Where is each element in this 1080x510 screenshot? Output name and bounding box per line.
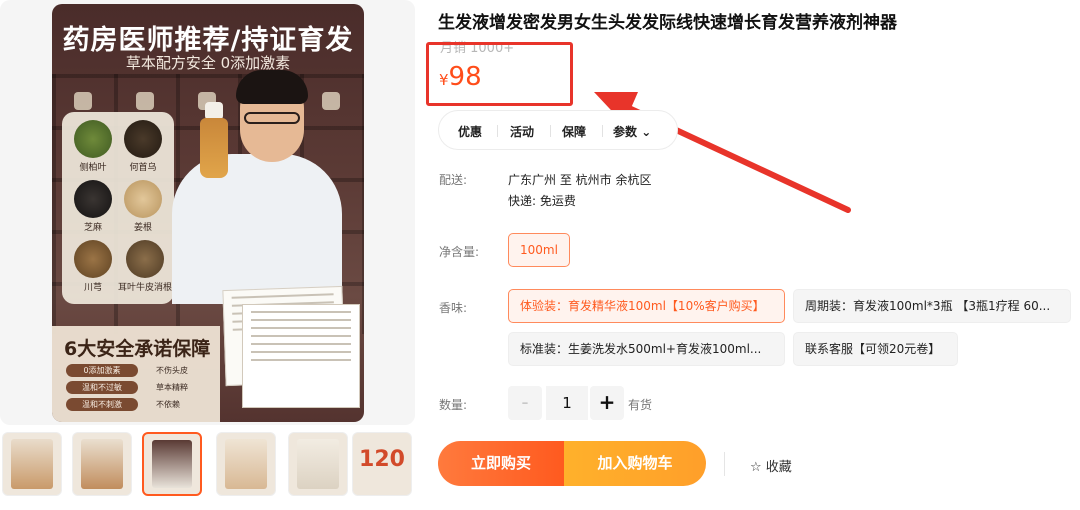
net-content-label: 净含量:: [439, 245, 480, 259]
thumbnail-number: 120: [359, 447, 405, 472]
delivery-label: 配送:: [439, 173, 468, 187]
thumbnail[interactable]: [288, 432, 348, 496]
certificate-document: [242, 304, 360, 408]
thumbnail[interactable]: [216, 432, 276, 496]
doctor-hair: [236, 70, 308, 104]
price-highlight-annotation: [426, 42, 573, 106]
add-to-cart-button[interactable]: 加入购物车: [564, 441, 706, 486]
stock-status: 有货: [628, 398, 653, 412]
thumbnail[interactable]: [2, 432, 62, 496]
thumbnail[interactable]: 120: [352, 432, 412, 496]
thumbnail-active[interactable]: [142, 432, 202, 496]
tab-activity[interactable]: 活动: [510, 123, 534, 140]
promise-text: 草本精粹: [156, 383, 188, 392]
drawer-knob: [136, 92, 154, 110]
option-standard-pack[interactable]: 标准装：生姜洗发水500ml+育发液100ml...: [508, 332, 785, 366]
main-product-image[interactable]: 药房医师推荐/持证育发 草本配方安全 0添加激素 侧柏叶 何首乌 芝麻 姜根 川…: [52, 4, 364, 422]
herb-item: 芝麻: [70, 180, 116, 233]
promise-pill: 温和不过敏: [66, 381, 138, 394]
product-title: 生发液增发密发男女生头发发际线快速增长育发营养液剂神器: [438, 13, 897, 33]
herb-item: 姜根: [120, 180, 166, 233]
favorite-button[interactable]: ☆ 收藏: [750, 456, 792, 475]
herb-item: 何首乌: [120, 120, 166, 173]
serum-bottle: [200, 118, 228, 178]
info-tabs: 优惠 活动 保障 参数 ⌄: [438, 110, 678, 150]
option-cycle-pack[interactable]: 周期装：育发液100ml*3瓶 【3瓶1疗程 60...: [793, 289, 1071, 323]
promise-title: 6大安全承诺保障: [64, 338, 211, 360]
scent-label: 香味:: [439, 301, 468, 315]
tab-parameters-label: 参数: [613, 125, 638, 139]
image-subheadline: 草本配方安全 0添加激素: [125, 54, 291, 72]
delivery-fee: 快递: 免运费: [508, 194, 576, 208]
safety-promise-panel: 6大安全承诺保障 0添加激素 不伤头皮 温和不过敏 草本精粹 温和不刺激 不依赖: [52, 326, 220, 422]
delivery-route[interactable]: 广东广州 至 杭州市 余杭区: [508, 171, 651, 188]
purchase-buttons: 立即购买 加入购物车: [438, 441, 706, 486]
drawer-knob: [74, 92, 92, 110]
increase-button[interactable]: +: [590, 386, 624, 420]
decrease-button[interactable]: -: [508, 386, 542, 420]
buy-now-button[interactable]: 立即购买: [438, 441, 564, 486]
doctor-figure: [172, 154, 342, 304]
option-trial-pack[interactable]: 体验装：育发精华液100ml【10%客户购买】: [508, 289, 785, 323]
tab-parameters[interactable]: 参数 ⌄: [613, 123, 651, 140]
herb-item: 侧柏叶: [70, 120, 116, 173]
quantity-label: 数量:: [439, 398, 468, 412]
divider: [724, 452, 725, 476]
quantity-input[interactable]: 1: [546, 386, 588, 420]
thumbnail[interactable]: [72, 432, 132, 496]
promise-pill: 温和不刺激: [66, 398, 138, 411]
tab-guarantee[interactable]: 保障: [562, 123, 586, 140]
thumbnail-strip: 120: [0, 432, 415, 498]
glasses-icon: [244, 112, 300, 124]
option-contact-service[interactable]: 联系客服【可领20元卷】: [793, 332, 958, 366]
herb-item: 川芎: [70, 240, 116, 293]
promise-pill: 0添加激素: [66, 364, 138, 377]
tab-discount[interactable]: 优惠: [458, 123, 482, 140]
herb-item: 耳叶牛皮消根: [118, 240, 172, 293]
promise-text: 不依赖: [156, 400, 180, 409]
option-100ml[interactable]: 100ml: [508, 233, 570, 267]
chevron-down-icon: ⌄: [641, 125, 652, 139]
promise-text: 不伤头皮: [156, 366, 188, 375]
herb-ingredients-panel: 侧柏叶 何首乌 芝麻 姜根 川芎 耳叶牛皮消根: [62, 112, 174, 304]
drawer-knob: [322, 92, 340, 110]
annotation-arrow-icon: [594, 92, 851, 213]
